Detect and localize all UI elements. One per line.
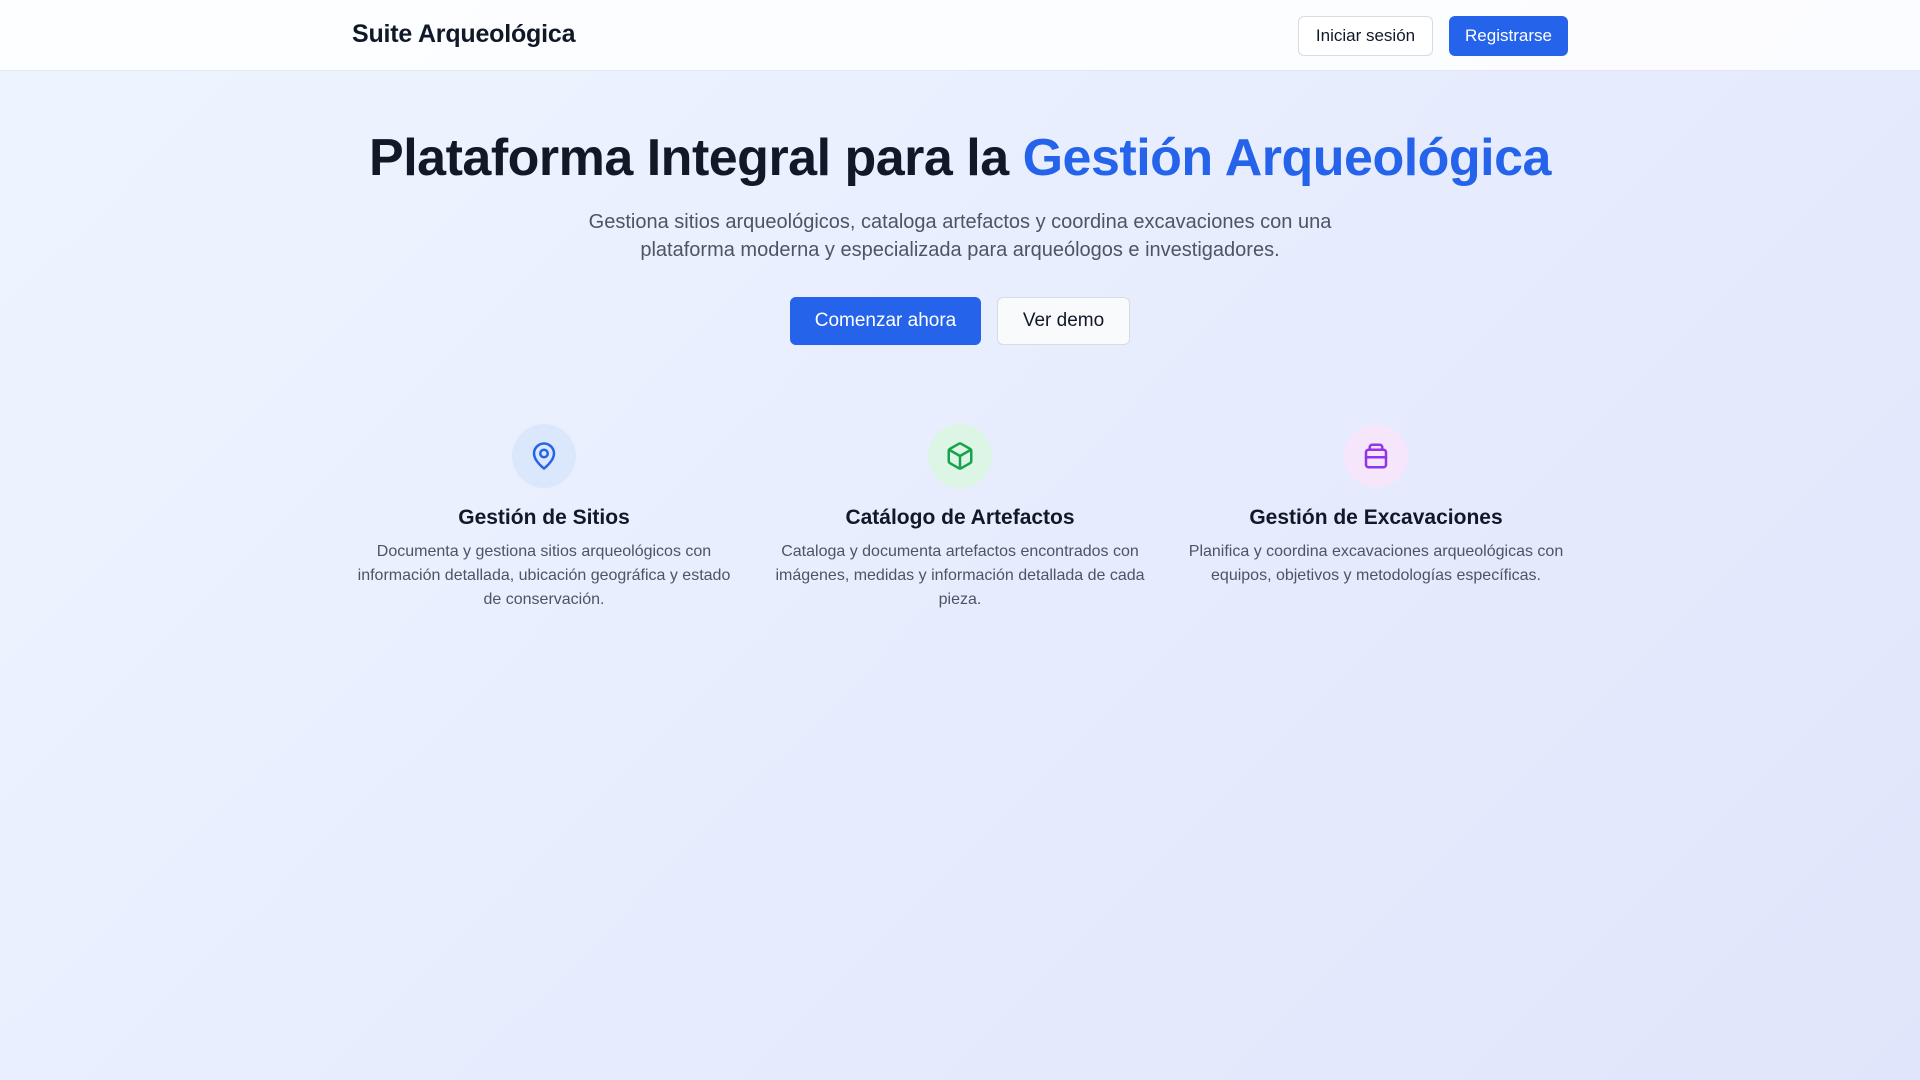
feature-icon-circle [1344,424,1408,488]
login-button[interactable]: Iniciar sesión [1298,16,1433,56]
hero-title-accent: Gestión Arqueológica [1022,129,1552,187]
view-demo-button[interactable]: Ver demo [997,297,1130,345]
map-pin-icon [532,442,556,470]
start-now-button[interactable]: Comenzar ahora [790,297,981,345]
hero-title-main: Plataforma Integral para la [369,129,1023,187]
feature-title: Catálogo de Artefactos [845,506,1075,529]
feature-card-sites: Gestión de Sitios Documenta y gestiona s… [349,424,739,612]
feature-description: Cataloga y documenta artefactos encontra… [775,543,1145,608]
feature-icon-circle [512,424,576,488]
feature-description: Documenta y gestiona sitios arqueológico… [357,543,731,608]
hero-subtitle: Gestiona sitios arqueológicos, cataloga … [588,211,1332,261]
hero-title: Plataforma Integral para la Gestión Arqu… [0,128,1920,188]
signup-button[interactable]: Registrarse [1449,16,1568,56]
archive-icon [1364,443,1388,469]
feature-card-artifacts: Catálogo de Artefactos Cataloga y docume… [765,424,1155,612]
feature-icon-circle [928,424,992,488]
package-icon [947,442,973,470]
feature-title: Gestión de Sitios [458,506,630,529]
feature-card-excavations: Gestión de Excavaciones Planifica y coor… [1181,424,1571,588]
feature-title: Gestión de Excavaciones [1249,506,1503,529]
feature-description: Planifica y coordina excavaciones arqueo… [1188,543,1564,584]
brand-logo-text[interactable]: Suite Arqueológica [352,20,575,49]
top-navigation-bar: Suite Arqueológica Iniciar sesión Regist… [0,0,1920,71]
